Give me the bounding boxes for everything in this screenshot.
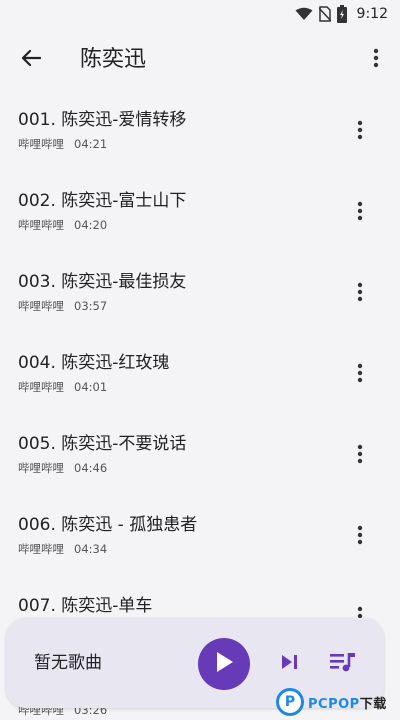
more-vertical-icon — [357, 120, 363, 144]
status-bar: 9:12 — [0, 0, 400, 28]
song-title: 001. 陈奕迅-爱情转移 — [18, 110, 187, 130]
song-menu-button[interactable] — [350, 361, 370, 389]
watermark-logo: P PCPOP下载 — [276, 684, 400, 720]
more-vertical-icon — [357, 525, 363, 549]
song-title: 006. 陈奕迅 - 孤独患者 — [18, 515, 198, 535]
skip-next-icon — [280, 653, 300, 675]
app-bar: 陈奕迅 — [0, 36, 400, 84]
song-row[interactable]: 003. 陈奕迅-最佳损友 哔哩哔哩 03:57 — [0, 256, 400, 336]
song-meta: 哔哩哔哩 04:46 — [18, 460, 107, 476]
song-menu-button[interactable] — [350, 118, 370, 146]
play-button[interactable] — [198, 638, 250, 690]
watermark-brand: PCPOP — [308, 696, 360, 712]
song-menu-button[interactable] — [350, 199, 370, 227]
song-meta: 哔哩哔哩 04:21 — [18, 136, 107, 152]
song-duration: 04:34 — [74, 542, 108, 556]
song-title: 005. 陈奕迅-不要说话 — [18, 434, 187, 454]
more-vertical-icon — [357, 201, 363, 225]
song-duration: 04:21 — [74, 137, 108, 151]
status-time: 9:12 — [356, 6, 388, 22]
more-vertical-icon — [357, 363, 363, 387]
song-source: 哔哩哔哩 — [18, 137, 64, 151]
song-source: 哔哩哔哩 — [18, 218, 64, 232]
song-meta: 哔哩哔哩 04:20 — [18, 217, 107, 233]
song-source: 哔哩哔哩 — [18, 380, 64, 394]
song-title: 004. 陈奕迅-红玫瑰 — [18, 353, 170, 373]
watermark-suffix: 下载 — [359, 696, 387, 712]
song-source: 哔哩哔哩 — [18, 461, 64, 475]
page-title: 陈奕迅 — [80, 47, 147, 72]
song-row[interactable]: 004. 陈奕迅-红玫瑰 哔哩哔哩 04:01 — [0, 337, 400, 417]
wifi-icon — [295, 7, 313, 21]
watermark-logo-icon: P — [276, 688, 304, 716]
overflow-menu-button[interactable] — [366, 46, 386, 74]
back-button[interactable] — [16, 46, 46, 74]
song-duration: 04:20 — [74, 218, 108, 232]
more-vertical-icon — [357, 444, 363, 468]
watermark-text: PCPOP下载 — [308, 693, 387, 712]
song-row[interactable]: 006. 陈奕迅 - 孤独患者 哔哩哔哩 04:34 — [0, 499, 400, 579]
song-row[interactable]: 002. 陈奕迅-富士山下 哔哩哔哩 04:20 — [0, 175, 400, 255]
song-title: 007. 陈奕迅-单车 — [18, 596, 153, 616]
queue-music-icon — [329, 650, 357, 678]
battery-charging-icon — [336, 5, 347, 23]
song-source: 哔哩哔哩 — [18, 542, 64, 556]
song-menu-button[interactable] — [350, 280, 370, 308]
song-row[interactable]: 007. 陈奕迅-单车 — [0, 580, 400, 626]
song-meta: 哔哩哔哩 04:01 — [18, 379, 107, 395]
more-vertical-icon — [357, 282, 363, 306]
song-duration: 04:46 — [74, 461, 108, 475]
song-menu-button[interactable] — [350, 523, 370, 551]
play-icon — [214, 651, 234, 677]
song-menu-button[interactable] — [350, 442, 370, 470]
song-title: 003. 陈奕迅-最佳损友 — [18, 272, 187, 292]
skip-next-button[interactable] — [278, 652, 302, 676]
arrow-left-icon — [21, 49, 42, 71]
queue-button[interactable] — [328, 650, 358, 678]
song-meta: 哔哩哔哩 03:57 — [18, 298, 107, 314]
song-row[interactable]: 001. 陈奕迅-爱情转移 哔哩哔哩 04:21 — [0, 94, 400, 174]
now-playing-title: 暂无歌曲 — [34, 653, 102, 673]
song-title: 002. 陈奕迅-富士山下 — [18, 191, 187, 211]
song-duration: 03:57 — [74, 299, 108, 313]
no-sim-icon — [318, 6, 331, 22]
song-row[interactable]: 005. 陈奕迅-不要说话 哔哩哔哩 04:46 — [0, 418, 400, 498]
song-source: 哔哩哔哩 — [18, 299, 64, 313]
more-vertical-icon — [373, 48, 379, 72]
song-meta: 哔哩哔哩 04:34 — [18, 541, 107, 557]
song-duration: 04:01 — [74, 380, 108, 394]
